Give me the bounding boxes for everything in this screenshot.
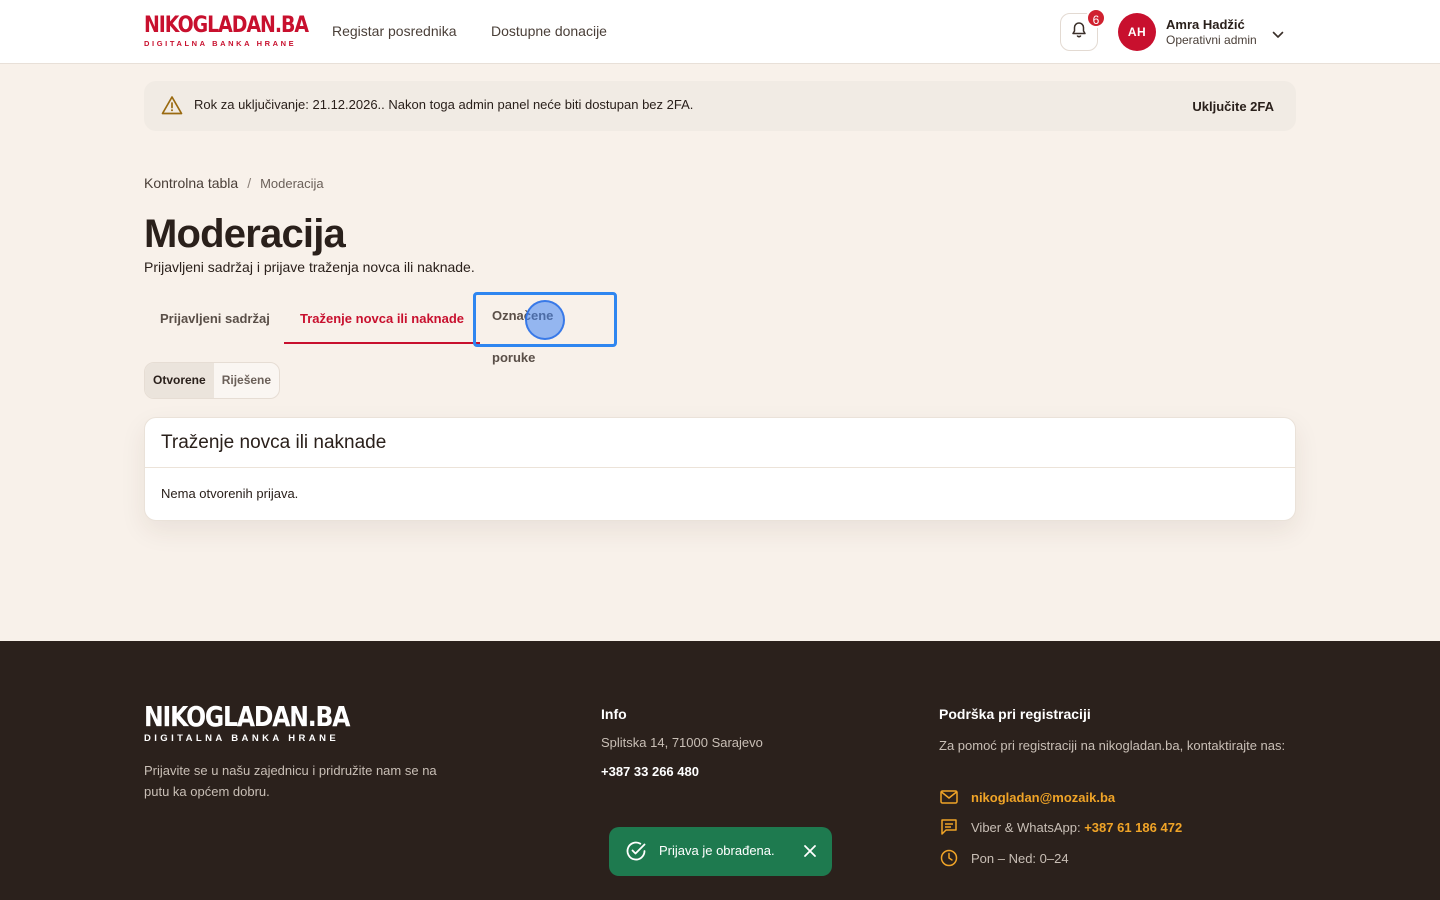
footer-info-heading: Info xyxy=(601,706,627,722)
footer-logo-text: NIKOGLADAN.BA xyxy=(144,700,350,733)
nav-link-registar-posrednika[interactable]: Registar posrednika xyxy=(332,23,457,39)
click-indicator xyxy=(525,300,565,340)
card-title: Traženje novca ili naknade xyxy=(161,432,387,453)
enable-2fa-button[interactable]: Uključite 2FA xyxy=(1192,99,1274,114)
user-name[interactable]: Amra Hadžić xyxy=(1166,17,1245,32)
notifications-button[interactable]: 6 xyxy=(1060,8,1106,51)
logo-text: GLADAN.BA xyxy=(192,13,309,38)
brand-logo[interactable]: NIKOGLADAN.BA DIGITALNA BANKA HRANE xyxy=(144,13,335,49)
page-title: Moderacija xyxy=(144,212,346,256)
logo-text-accent: NIKO xyxy=(144,13,194,38)
bell-icon xyxy=(1071,21,1087,44)
chevron-down-icon[interactable] xyxy=(1272,26,1284,44)
user-role: Operativni admin xyxy=(1166,33,1257,47)
twofa-alert: Rok za uključivanje: 21.12.2026.. Nakon … xyxy=(144,81,1296,131)
mail-icon xyxy=(939,787,959,807)
success-toast: Prijava je obrađena. xyxy=(609,827,832,876)
status-filter: Otvorene Riješene xyxy=(144,362,281,399)
filter-otvorene[interactable]: Otvorene xyxy=(145,363,214,398)
filter-rijesene[interactable]: Riješene xyxy=(214,363,279,398)
footer-hours-row: Pon – Ned: 0–24 xyxy=(939,848,1069,868)
breadcrumb: Kontrolna tabla / Moderacija xyxy=(144,175,324,191)
tab-trazenje-novca[interactable]: Traženje novca ili naknade xyxy=(284,296,481,344)
footer-viber-row: Viber & WhatsApp: +387 61 186 472 xyxy=(939,817,1182,837)
breadcrumb-current: Moderacija xyxy=(260,175,324,191)
reports-card: Traženje novca ili naknade Nema otvoreni… xyxy=(144,417,1296,521)
alert-message: Rok za uključivanje: 21.12.2026.. Nakon … xyxy=(194,97,694,112)
breadcrumb-link-kontrolna-tabla[interactable]: Kontrolna tabla xyxy=(144,175,238,191)
footer-email-row: nikogladan@mozaik.ba xyxy=(939,787,1115,807)
check-circle-icon xyxy=(625,840,647,867)
footer-email-link[interactable]: nikogladan@mozaik.ba xyxy=(971,790,1115,805)
toast-message: Prijava je obrađena. xyxy=(659,843,775,858)
footer-hours: Pon – Ned: 0–24 xyxy=(971,850,1069,866)
footer-logo[interactable]: NIKOGLADAN.BA DIGITALNA BANKA HRANE xyxy=(144,700,388,745)
footer-viber-number[interactable]: +387 61 186 472 xyxy=(1084,820,1182,835)
footer-support-description: Za pomoć pri registraciji na nikogladan.… xyxy=(939,738,1286,753)
footer-address: Splitska 14, 71000 Sarajevo xyxy=(601,735,763,750)
logo-tagline: DIGITALNA BANKA HRANE xyxy=(144,39,297,48)
chat-icon xyxy=(939,817,959,837)
footer-logo-tagline: DIGITALNA BANKA HRANE xyxy=(144,733,340,744)
card-divider xyxy=(145,467,1295,468)
breadcrumb-separator: / xyxy=(247,175,252,191)
notifications-badge: 6 xyxy=(1086,8,1106,28)
footer-phone[interactable]: +387 33 266 480 xyxy=(601,764,699,779)
footer-description: Prijavite se u našu zajednicu i pridruži… xyxy=(144,763,437,799)
page-subtitle: Prijavljeni sadržaj i prijave traženja n… xyxy=(144,259,475,275)
footer-viber-label: Viber & WhatsApp: xyxy=(971,819,1081,835)
user-avatar[interactable]: AH xyxy=(1118,13,1156,51)
warning-icon xyxy=(161,95,183,120)
clock-icon xyxy=(939,848,959,868)
empty-state-text: Nema otvorenih prijava. xyxy=(161,486,299,501)
top-header: NIKOGLADAN.BA DIGITALNA BANKA HRANE Regi… xyxy=(0,0,1440,64)
close-icon[interactable] xyxy=(802,843,818,864)
nav-link-dostupne-donacije[interactable]: Dostupne donacije xyxy=(491,23,607,39)
footer-support-heading: Podrška pri registraciji xyxy=(939,706,1091,722)
tab-prijavljeni-sadrzaj[interactable]: Prijavljeni sadržaj xyxy=(144,296,286,344)
